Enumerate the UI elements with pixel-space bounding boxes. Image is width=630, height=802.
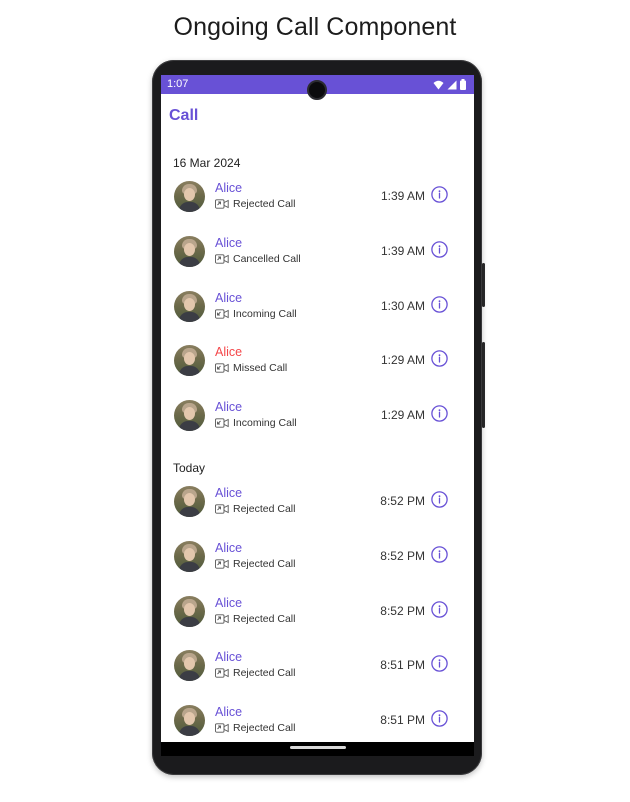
incoming-video-call-icon	[215, 418, 229, 428]
info-icon[interactable]	[431, 295, 448, 313]
info-icon[interactable]	[431, 491, 448, 508]
battery-icon	[460, 79, 466, 90]
call-status-text: Rejected Call	[233, 667, 296, 680]
call-time: 8:52 PM	[380, 494, 425, 508]
call-time: 1:39 AM	[380, 189, 425, 203]
avatar[interactable]	[174, 345, 205, 377]
call-status-text: Rejected Call	[233, 557, 296, 570]
call-time: 8:52 PM	[380, 603, 425, 618]
outgoing-video-call-icon	[215, 613, 229, 624]
avatar[interactable]	[174, 235, 205, 267]
caller-name: Alice	[215, 290, 243, 305]
call-log-row[interactable]: Alice Incoming Call 1:30 AM	[161, 290, 474, 346]
call-status-text: Rejected Call	[233, 722, 296, 735]
call-status-text: Rejected Call	[233, 503, 296, 515]
call-status-line: Cancelled Call	[215, 253, 301, 265]
call-time: 8:51 PM	[380, 713, 425, 728]
call-log-row[interactable]: Alice Rejected Call 8:51 PM	[161, 705, 474, 742]
call-status-line: Rejected Call	[215, 722, 295, 734]
call-status-text: Incoming Call	[233, 417, 297, 430]
section-header: Today	[173, 461, 206, 475]
call-log-row[interactable]: Alice Incoming Call 1:29 AM	[161, 400, 474, 455]
outgoing-video-call-icon	[215, 668, 229, 679]
call-time: 1:30 AM	[380, 298, 425, 313]
info-icon[interactable]	[431, 710, 448, 727]
call-status-text: Incoming Call	[233, 307, 297, 320]
navigation-bar	[161, 742, 474, 756]
incoming-video-call-icon	[215, 363, 229, 374]
section-header: 16 Mar 2024	[173, 156, 241, 170]
caller-name: Alice	[215, 400, 243, 415]
outgoing-video-call-icon	[215, 254, 229, 264]
info-icon[interactable]	[431, 350, 448, 368]
info-icon[interactable]	[431, 546, 448, 563]
info-icon[interactable]	[431, 241, 448, 258]
call-status-line: Missed Call	[215, 362, 287, 374]
call-status-text: Missed Call	[233, 362, 288, 375]
info-icon[interactable]	[431, 600, 448, 618]
call-status-line: Rejected Call	[215, 558, 295, 570]
home-indicator[interactable]	[290, 746, 346, 749]
phone-volume-button	[482, 342, 485, 428]
caller-name: Alice	[215, 345, 243, 360]
call-status-text: Rejected Call	[233, 612, 296, 625]
call-status-line: Rejected Call	[215, 503, 295, 515]
avatar[interactable]	[174, 290, 205, 322]
status-time: 1:07	[167, 78, 189, 90]
call-log-row[interactable]: Alice Rejected Call 8:52 PM	[161, 486, 474, 541]
page-heading: Ongoing Call Component	[173, 13, 457, 41]
call-status-line: Rejected Call	[215, 198, 295, 210]
call-log-row[interactable]: Alice Rejected Call 1:39 AM	[161, 181, 474, 236]
cell-signal-icon	[447, 80, 457, 89]
call-time: 1:29 AM	[380, 408, 425, 423]
call-time: 8:51 PM	[380, 658, 425, 673]
caller-name: Alice	[215, 705, 243, 720]
call-log-row[interactable]: Alice Missed Call 1:29 AM	[161, 345, 474, 400]
outgoing-video-call-icon	[215, 199, 229, 209]
avatar[interactable]	[174, 595, 205, 627]
call-log-row[interactable]: Alice Cancelled Call 1:39 AM	[161, 235, 474, 291]
info-icon[interactable]	[431, 186, 448, 203]
outgoing-video-call-icon	[215, 504, 229, 514]
caller-name: Alice	[215, 181, 243, 195]
info-icon[interactable]	[431, 655, 448, 673]
call-time: 1:39 AM	[380, 243, 425, 258]
outgoing-video-call-icon	[215, 559, 229, 569]
call-status-text: Cancelled Call	[233, 252, 301, 265]
call-log-row[interactable]: Alice Rejected Call 8:52 PM	[161, 540, 474, 596]
caller-name: Alice	[215, 650, 243, 665]
caller-name: Alice	[215, 486, 243, 500]
outgoing-video-call-icon	[215, 723, 229, 733]
wifi-icon	[433, 80, 444, 89]
call-status-line: Incoming Call	[215, 308, 297, 320]
call-status-line: Rejected Call	[215, 667, 295, 679]
caller-name: Alice	[215, 595, 243, 610]
avatar[interactable]	[174, 486, 205, 517]
call-log-row[interactable]: Alice Rejected Call 8:52 PM	[161, 595, 474, 651]
call-status-line: Rejected Call	[215, 613, 295, 625]
phone-screen: 1:07 Call 16 Mar 2024 Alice Rejected Call 1…	[161, 75, 474, 742]
avatar[interactable]	[174, 650, 205, 682]
front-camera	[307, 80, 327, 100]
call-log-row[interactable]: Alice Rejected Call 8:51 PM	[161, 650, 474, 705]
avatar[interactable]	[174, 181, 205, 212]
avatar[interactable]	[174, 705, 205, 737]
avatar[interactable]	[174, 400, 205, 432]
info-icon[interactable]	[431, 405, 448, 422]
caller-name: Alice	[215, 540, 243, 555]
caller-name: Alice	[215, 235, 243, 250]
call-time: 8:52 PM	[380, 548, 425, 563]
call-time: 1:29 AM	[380, 353, 425, 368]
call-status-text: Rejected Call	[233, 198, 296, 210]
phone-power-button	[482, 263, 485, 307]
call-status-line: Incoming Call	[215, 417, 297, 429]
incoming-video-call-icon	[215, 308, 229, 319]
app-bar-title: Call	[169, 107, 199, 124]
avatar[interactable]	[174, 540, 205, 572]
